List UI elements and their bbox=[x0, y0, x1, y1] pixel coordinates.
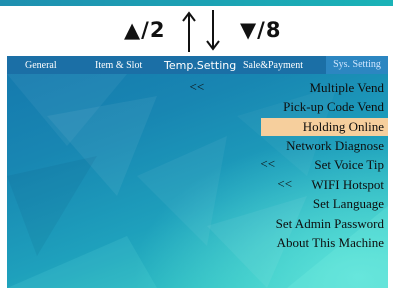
submenu-chevron-icon: << bbox=[260, 156, 276, 171]
menu-item-set-voice-tip[interactable]: << Set Voice Tip bbox=[260, 156, 384, 174]
tab-temp-setting[interactable]: Temp.Setting bbox=[164, 59, 236, 72]
tab-bar: General Item & Slot Temp.Setting Sale&Pa… bbox=[7, 56, 388, 74]
scroll-up-hint: ▲/2 bbox=[124, 18, 166, 42]
menu-item-label: Set Language bbox=[312, 196, 384, 211]
menu-item-label: Set Voice Tip bbox=[314, 157, 384, 172]
menu-item-label: Holding Online bbox=[302, 119, 384, 134]
menu-item-label: Multiple Vend bbox=[309, 80, 384, 95]
menu-item-label: WIFI Hotspot bbox=[311, 177, 384, 192]
tab-sys-setting[interactable]: Sys. Setting bbox=[326, 56, 388, 74]
tab-sale-payment[interactable]: Sale&Payment bbox=[243, 60, 303, 71]
menu-item-holding-online[interactable]: Holding Online bbox=[261, 118, 388, 136]
submenu-chevron-icon: << bbox=[189, 79, 205, 94]
menu-item-label: Pick-up Code Vend bbox=[283, 99, 384, 114]
settings-screen: General Item & Slot Temp.Setting Sale&Pa… bbox=[7, 56, 388, 288]
scroll-down-hint: ▼/8 bbox=[240, 18, 282, 42]
menu-item-network-diagnose[interactable]: Network Diagnose bbox=[286, 137, 384, 155]
menu-item-set-admin-password[interactable]: Set Admin Password bbox=[276, 215, 384, 233]
tab-general[interactable]: General bbox=[25, 60, 57, 71]
menu-item-label: About This Machine bbox=[276, 235, 384, 250]
scroll-arrows-icon bbox=[182, 10, 220, 52]
menu-item-pickup-code-vend[interactable]: Pick-up Code Vend bbox=[283, 98, 384, 116]
menu-item-about-this-machine[interactable]: About This Machine bbox=[277, 234, 384, 252]
menu-item-multiple-vend[interactable]: << Multiple Vend bbox=[189, 79, 384, 97]
menu-item-label: Set Admin Password bbox=[275, 216, 384, 231]
menu-item-set-language[interactable]: Set Language bbox=[313, 195, 384, 213]
menu-item-wifi-hotspot[interactable]: << WIFI Hotspot bbox=[277, 176, 384, 194]
tab-item-slot[interactable]: Item & Slot bbox=[95, 60, 142, 71]
submenu-chevron-icon: << bbox=[277, 176, 293, 191]
menu-item-label: Network Diagnose bbox=[286, 138, 384, 153]
